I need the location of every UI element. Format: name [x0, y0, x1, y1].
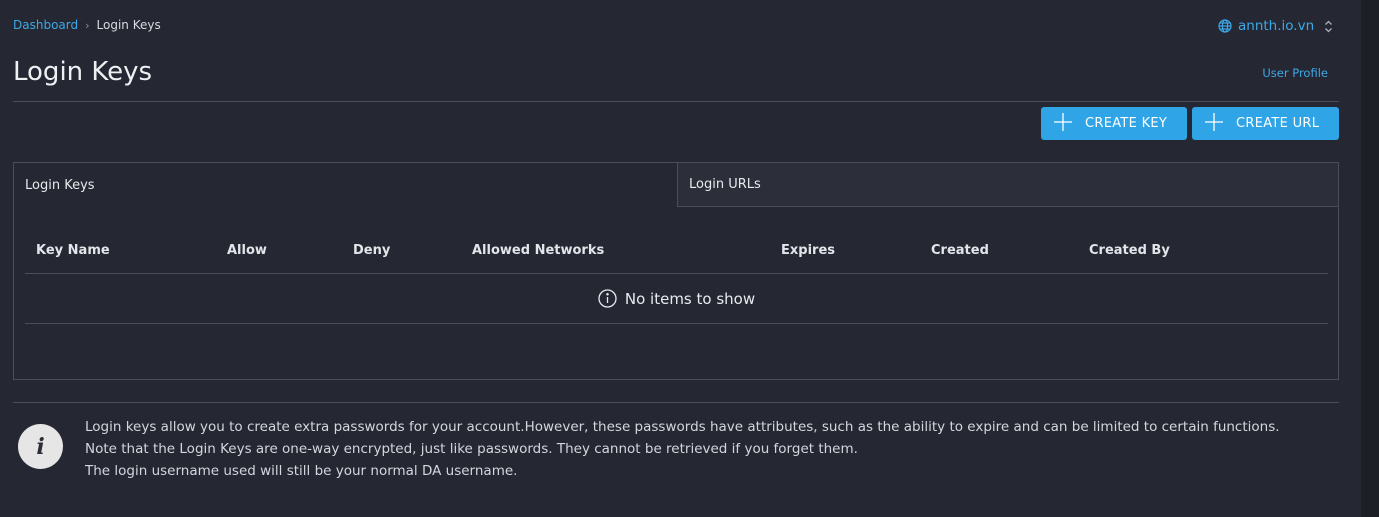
tab-login-keys[interactable]: Login Keys [14, 163, 677, 207]
breadcrumb-dashboard-link[interactable]: Dashboard [13, 18, 78, 32]
column-header-deny[interactable]: Deny [353, 243, 390, 258]
tab-bar: Login Keys Login URLs [14, 163, 1338, 207]
column-header-key-name[interactable]: Key Name [36, 243, 110, 258]
globe-icon [1218, 19, 1232, 33]
info-line: Login keys allow you to create extra pas… [85, 419, 1280, 435]
table-header: Key Name Allow Deny Allowed Networks Exp… [25, 228, 1328, 274]
create-url-label: CREATE URL [1236, 116, 1320, 131]
create-url-button[interactable]: CREATE URL [1192, 107, 1339, 140]
tab-login-urls[interactable]: Login URLs [677, 163, 1338, 207]
login-keys-panel: Login Keys Login URLs Key Name Allow Den… [13, 162, 1339, 380]
domain-selector-value: annth.io.vn [1238, 18, 1315, 34]
domain-selector[interactable]: annth.io.vn [1218, 18, 1333, 34]
breadcrumb-current: Login Keys [96, 18, 161, 32]
info-circle-icon [598, 289, 625, 308]
column-header-expires[interactable]: Expires [781, 243, 835, 258]
column-header-allowed-networks[interactable]: Allowed Networks [472, 243, 604, 258]
page-title: Login Keys [13, 57, 153, 87]
column-header-created[interactable]: Created [931, 243, 989, 258]
empty-state-message: No items to show [624, 289, 756, 308]
column-header-allow[interactable]: Allow [227, 243, 267, 258]
title-divider [13, 101, 1339, 102]
create-key-label: CREATE KEY [1085, 116, 1168, 131]
info-divider [13, 402, 1339, 403]
plus-icon [1053, 112, 1073, 136]
info-icon: i [18, 424, 63, 469]
empty-state-row: No items to show [25, 274, 1328, 324]
breadcrumb: Dashboard › Login Keys [13, 18, 161, 32]
info-text: Login keys allow you to create extra pas… [85, 416, 1280, 482]
info-line: Note that the Login Keys are one-way enc… [85, 441, 858, 457]
page-scrollbar[interactable] [1361, 0, 1379, 517]
breadcrumb-separator: › [85, 18, 90, 32]
chevron-updown-icon [1324, 20, 1333, 33]
page: Dashboard › Login Keys annth.io.vn Login… [0, 0, 1361, 517]
info-line: The login username used will still be yo… [85, 463, 518, 479]
column-header-created-by[interactable]: Created By [1089, 243, 1170, 258]
create-key-button[interactable]: CREATE KEY [1041, 107, 1187, 140]
plus-icon [1204, 112, 1224, 136]
user-profile-link[interactable]: User Profile [1262, 66, 1328, 80]
